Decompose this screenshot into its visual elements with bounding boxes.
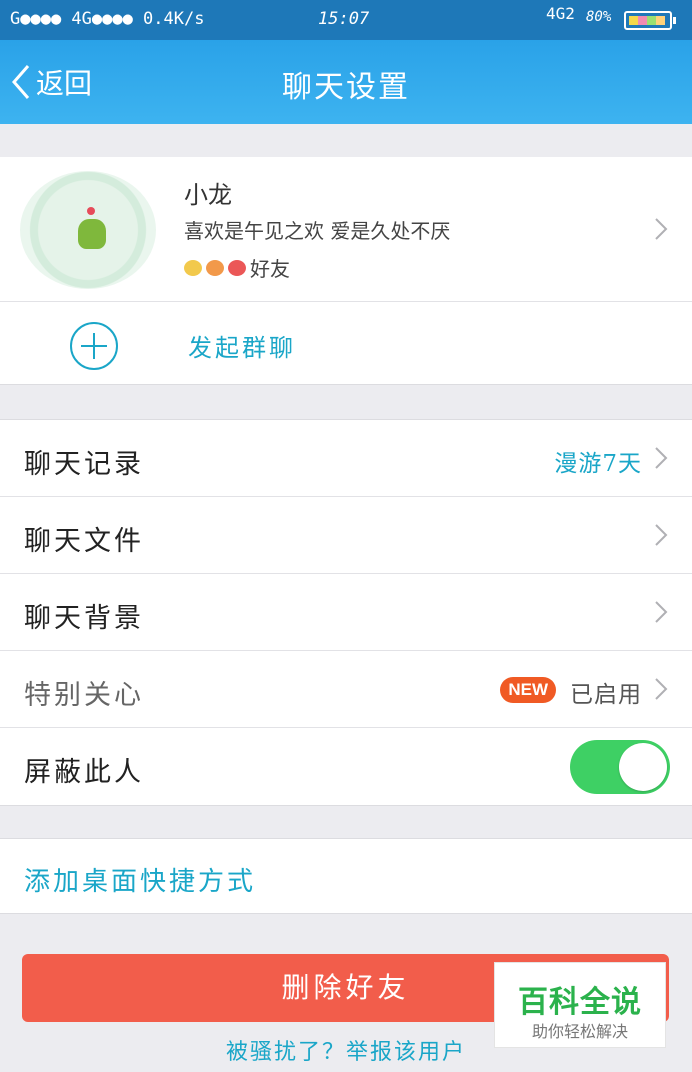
chevron-right-icon: [655, 678, 668, 700]
chat-history-value: 漫游7天: [554, 451, 642, 477]
profile-extra: 好友: [184, 253, 290, 282]
network-indicator: 4G2: [546, 4, 575, 23]
add-desktop-shortcut-label: 添加桌面快捷方式: [24, 867, 257, 897]
profile-signature: 喜欢是午见之欢 爱是久处不厌: [184, 219, 451, 243]
special-care-label: 特别关心: [24, 680, 144, 711]
chat-history-label: 聊天记录: [24, 449, 144, 480]
battery-percent: 80%: [586, 9, 612, 25]
watermark-subtitle: 助你轻松解决: [531, 1022, 628, 1041]
status-bar: G●●●● 4G●●●● 0.4K/s 15:07 4G2 80%: [0, 0, 692, 40]
chat-history-row[interactable]: 聊天记录 漫游7天: [0, 420, 692, 497]
watermark-logo: 百科全说 助你轻松解决: [494, 962, 666, 1048]
block-user-toggle[interactable]: [570, 740, 670, 794]
page-title: 聊天设置: [282, 70, 410, 105]
plus-circle-icon: [70, 322, 118, 370]
block-user-row: 屏蔽此人: [0, 728, 692, 805]
add-desktop-shortcut-row[interactable]: 添加桌面快捷方式: [0, 838, 692, 914]
title-bar: 返回 聊天设置: [0, 40, 692, 124]
profile-extra-text: 好友: [250, 257, 290, 281]
status-time: 15:07: [318, 9, 370, 29]
settings-list: 聊天记录 漫游7天 聊天文件 聊天背景 特别关心 NEW 已启用 屏蔽此人: [0, 419, 692, 806]
special-care-row[interactable]: 特别关心 NEW 已启用: [0, 651, 692, 728]
signal-indicators: G●●●● 4G●●●● 0.4K/s: [10, 9, 205, 29]
chevron-right-icon: [655, 447, 668, 469]
chat-background-label: 聊天背景: [24, 603, 144, 634]
start-group-chat-row[interactable]: 发起群聊: [0, 302, 692, 385]
chevron-right-icon: [655, 524, 668, 546]
special-care-value: 已启用: [570, 682, 642, 708]
chat-files-row[interactable]: 聊天文件: [0, 497, 692, 574]
start-group-chat-label: 发起群聊: [188, 334, 296, 362]
profile-name: 小龙: [184, 181, 232, 209]
new-badge: NEW: [500, 677, 556, 703]
avatar-figure: [78, 207, 106, 249]
chevron-right-icon: [655, 601, 668, 623]
chat-background-row[interactable]: 聊天背景: [0, 574, 692, 651]
avatar[interactable]: [20, 171, 156, 289]
watermark-title: 百科全说: [518, 985, 642, 1020]
emoji-icon: [206, 259, 224, 276]
block-user-label: 屏蔽此人: [24, 757, 144, 788]
emoji-icon: [228, 259, 246, 276]
toggle-knob: [619, 743, 667, 791]
profile-card[interactable]: 小龙 喜欢是午见之欢 爱是久处不厌 好友: [0, 157, 692, 302]
chevron-right-icon: [655, 218, 668, 240]
chat-files-label: 聊天文件: [24, 526, 144, 557]
emoji-icon: [184, 259, 202, 276]
battery-icon: [624, 11, 676, 30]
